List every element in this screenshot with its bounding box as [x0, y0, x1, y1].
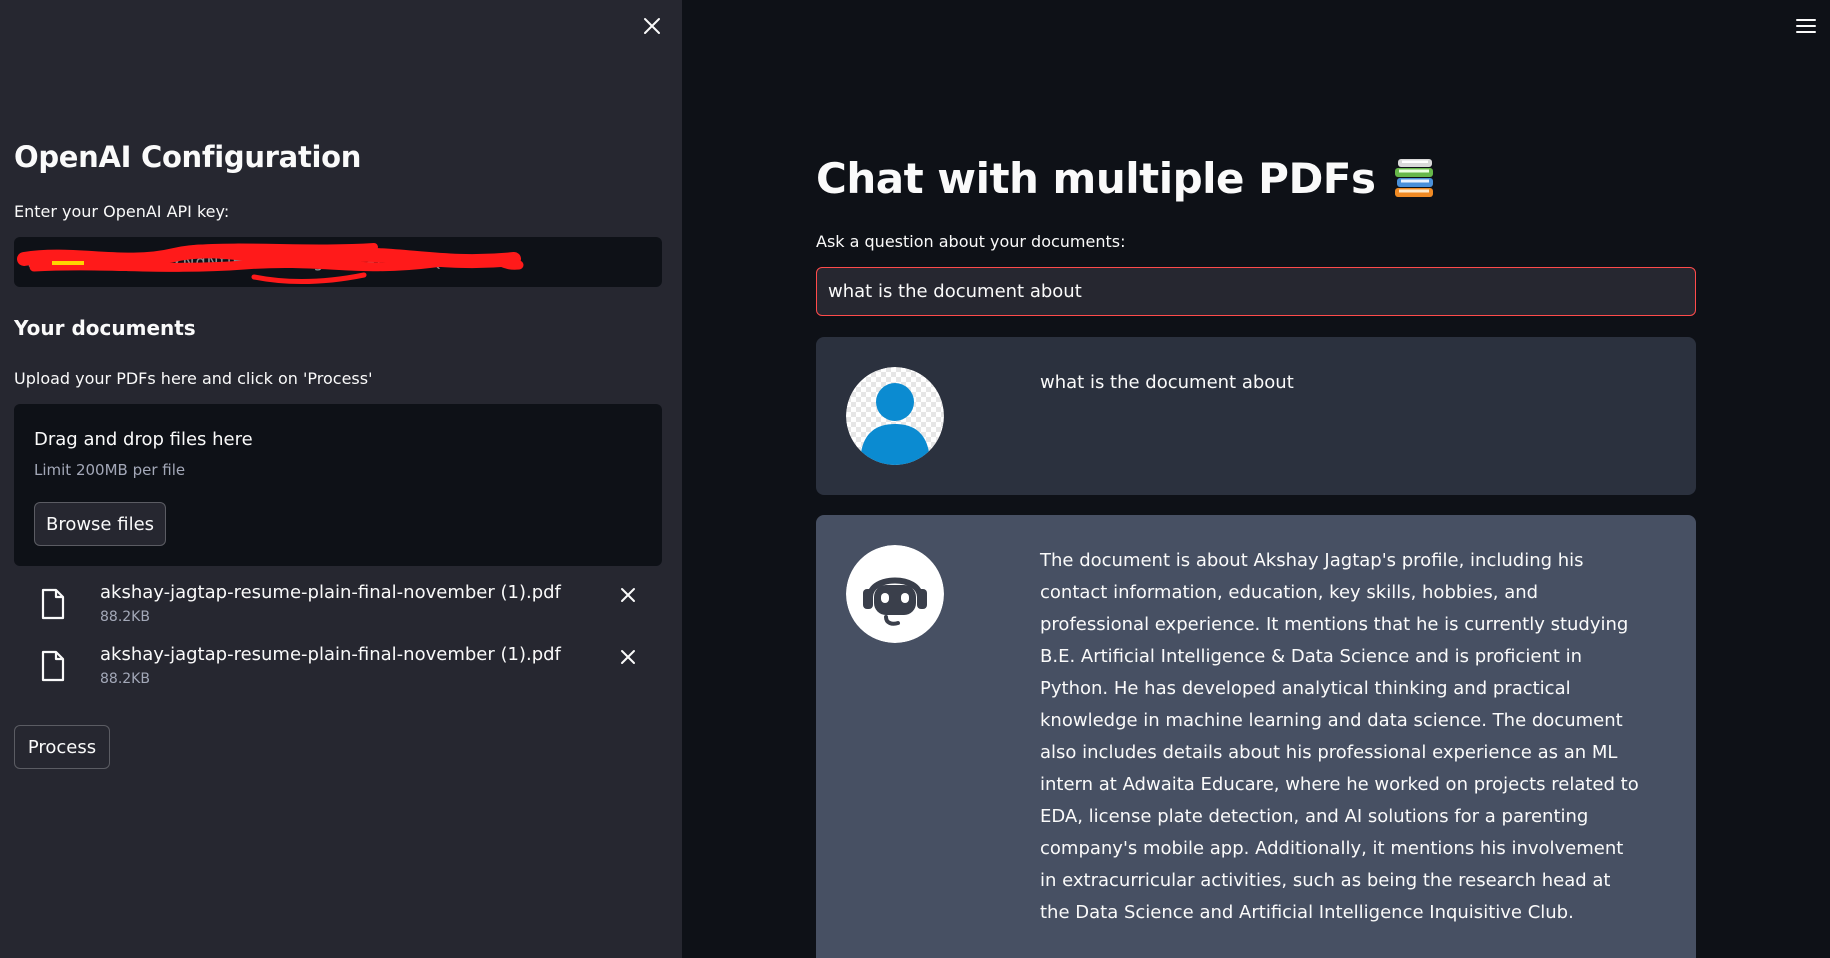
remove-file-icon [621, 650, 635, 664]
hamburger-menu-icon [1796, 19, 1816, 33]
books-icon [1394, 158, 1433, 197]
browse-files-button[interactable]: Browse files [34, 502, 166, 546]
bot-message-text: The document is about Akshay Jagtap's pr… [1040, 550, 1639, 923]
uploaded-file-item: akshay-jagtap-resume-plain-final-novembe… [40, 582, 660, 632]
documents-title: Your documents [14, 316, 196, 340]
api-key-label: Enter your OpenAI API key: [14, 202, 230, 221]
remove-file-button[interactable] [615, 582, 641, 608]
close-icon [644, 18, 660, 34]
main-content: Chat with multiple PDFs Ask a question a… [682, 0, 1830, 958]
page-title-text: Chat with multiple PDFs [816, 154, 1376, 203]
user-avatar [846, 367, 944, 465]
dropzone-title: Drag and drop files here [34, 429, 253, 450]
main-menu-button[interactable] [1792, 12, 1820, 40]
upload-label: Upload your PDFs here and click on 'Proc… [14, 369, 373, 388]
file-dropzone[interactable]: Drag and drop files here Limit 200MB per… [14, 404, 662, 566]
bot-avatar [846, 545, 944, 643]
user-avatar-icon [846, 367, 944, 465]
file-name: akshay-jagtap-resume-plain-final-novembe… [100, 582, 561, 603]
file-icon [41, 650, 65, 682]
file-size: 88.2KB [100, 671, 150, 687]
api-key-input[interactable]: sk-6mm3vUS2mxNgNtiHofhtaVzgr6b7aFxtwhQ [14, 237, 662, 287]
question-label: Ask a question about your documents: [816, 232, 1126, 251]
uploaded-file-item: akshay-jagtap-resume-plain-final-novembe… [40, 644, 660, 694]
redaction-scribble [17, 243, 524, 284]
user-message: what is the document about [816, 337, 1696, 495]
file-icon [41, 588, 65, 620]
file-size: 88.2KB [100, 609, 150, 625]
process-button[interactable]: Process [14, 725, 110, 769]
sidebar-close-button[interactable] [638, 12, 666, 40]
dropzone-limit: Limit 200MB per file [34, 461, 186, 479]
remove-file-icon [621, 588, 635, 602]
question-input[interactable] [816, 267, 1696, 316]
remove-file-button[interactable] [615, 644, 641, 670]
bot-avatar-icon [846, 545, 944, 643]
file-name: akshay-jagtap-resume-plain-final-novembe… [100, 644, 561, 665]
sidebar-title: OpenAI Configuration [14, 140, 362, 174]
sidebar: OpenAI Configuration Enter your OpenAI A… [0, 0, 682, 958]
bot-message: The document is about Akshay Jagtap's pr… [816, 515, 1696, 958]
user-message-text: what is the document about [1040, 372, 1294, 393]
page-title: Chat with multiple PDFs [816, 154, 1436, 203]
